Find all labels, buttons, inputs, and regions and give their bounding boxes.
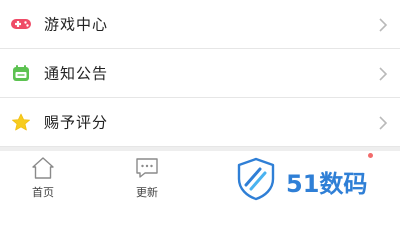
gamepad-icon	[10, 15, 32, 33]
menu-item-label: 赐予评分	[44, 113, 109, 132]
watermark-text: 51数码	[286, 169, 368, 198]
menu-item-rate[interactable]: 赐予评分	[0, 98, 400, 147]
tab-updates[interactable]: 更新	[117, 156, 177, 202]
watermark: 51数码	[236, 157, 396, 205]
menu-item-notices[interactable]: 通知公告	[0, 49, 400, 98]
chevron-right-icon	[378, 115, 388, 130]
star-icon	[10, 113, 32, 131]
menu-list: 游戏中心 通知公告 赐予评分	[0, 0, 400, 150]
chat-dots-icon	[134, 156, 160, 180]
shield-logo-icon	[236, 157, 276, 205]
calendar-icon	[10, 64, 32, 82]
menu-item-game-center[interactable]: 游戏中心	[0, 0, 400, 49]
tab-label: 首页	[32, 186, 54, 199]
chevron-right-icon	[378, 66, 388, 81]
home-icon	[30, 156, 56, 180]
menu-item-label: 通知公告	[44, 64, 109, 83]
menu-item-label: 游戏中心	[44, 15, 109, 34]
screen: 游戏中心 通知公告 赐予评分 首页 更新 51数码	[0, 0, 400, 206]
tab-label: 更新	[136, 186, 158, 199]
chevron-right-icon	[378, 17, 388, 32]
tab-home[interactable]: 首页	[13, 156, 73, 202]
